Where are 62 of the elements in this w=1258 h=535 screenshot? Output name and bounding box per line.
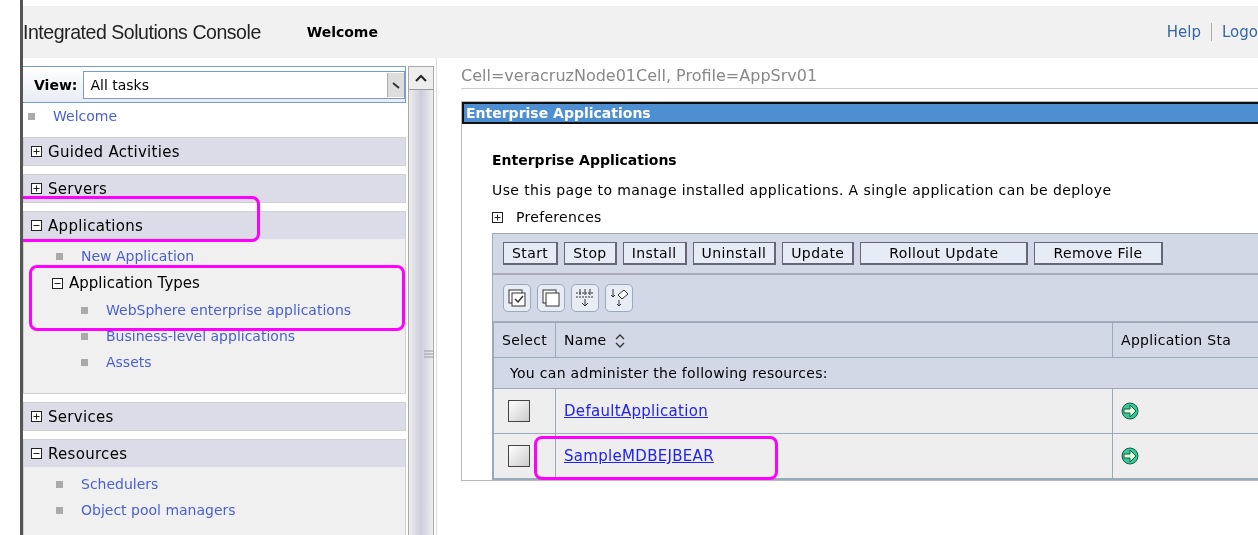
row-checkbox[interactable] bbox=[508, 400, 530, 422]
expand-icon bbox=[31, 183, 42, 194]
page-description: Use this page to manage installed applications. A single application can be deploye bbox=[492, 182, 1113, 198]
bullet-icon bbox=[28, 112, 35, 120]
expand-icon bbox=[31, 146, 42, 157]
sort-icon bbox=[614, 334, 625, 348]
toolbar-button[interactable]: Uninstall bbox=[692, 242, 777, 265]
collapse-icon bbox=[31, 220, 42, 231]
deselect-all-icon bbox=[540, 287, 562, 309]
breadcrumb: Cell=veracruzNode01Cell, Profile=AppSrv01 bbox=[461, 66, 1258, 89]
grip-icon bbox=[424, 349, 433, 358]
section-header[interactable]: Servers bbox=[24, 175, 405, 202]
expand-icon bbox=[31, 411, 42, 422]
filter-rows-icon bbox=[574, 287, 596, 309]
application-link[interactable]: SampleMDBEJBEAR bbox=[564, 447, 714, 465]
table-note: You can administer the following resources: bbox=[493, 357, 1258, 389]
toolbar-button[interactable]: Remove File bbox=[1034, 242, 1163, 265]
preferences-toggle[interactable]: Preferences bbox=[516, 209, 602, 225]
application-link[interactable]: DefaultApplication bbox=[564, 402, 709, 420]
started-status-icon bbox=[1121, 447, 1139, 465]
clear-filter-icon bbox=[608, 287, 630, 309]
toolbar-button[interactable]: Rollout Update bbox=[860, 242, 1029, 265]
bullet-icon bbox=[81, 306, 88, 314]
nav-link[interactable]: New Application bbox=[81, 248, 195, 264]
icon-button[interactable] bbox=[503, 284, 531, 312]
column-header[interactable]: Name bbox=[555, 322, 1113, 358]
bullet-icon bbox=[81, 358, 88, 366]
toolbar-button[interactable]: Update bbox=[782, 242, 855, 265]
collapse-icon bbox=[31, 448, 42, 459]
view-dropdown[interactable]: All tasks bbox=[83, 70, 405, 99]
bullet-icon bbox=[56, 506, 63, 514]
bullet-icon bbox=[56, 480, 63, 488]
toolbar-button[interactable]: Install bbox=[622, 242, 687, 265]
page-heading: Enterprise Applications bbox=[492, 152, 678, 168]
welcome-label: Welcome bbox=[306, 24, 378, 40]
view-label: View: bbox=[34, 76, 78, 93]
panel-title-bar: Enterprise Applications bbox=[462, 102, 1258, 124]
bullet-icon bbox=[81, 332, 88, 340]
nav-link[interactable]: Schedulers bbox=[81, 476, 159, 492]
section-header[interactable]: Guided Activities bbox=[24, 138, 405, 165]
console-title: Integrated Solutions Console bbox=[23, 20, 261, 44]
nav-link[interactable]: WebSphere enterprise applications bbox=[106, 302, 352, 318]
scroll-up-icon bbox=[415, 74, 427, 82]
nav-link[interactable]: Assets bbox=[106, 354, 152, 370]
section-header[interactable]: Services bbox=[24, 403, 405, 430]
icon-button[interactable] bbox=[605, 284, 633, 312]
nav-link[interactable]: Object pool managers bbox=[81, 502, 236, 518]
row-checkbox[interactable] bbox=[508, 445, 530, 467]
section-header[interactable]: Resources bbox=[24, 440, 405, 467]
column-header: Application Sta bbox=[1112, 322, 1258, 358]
group-label[interactable]: Application Types bbox=[69, 274, 200, 292]
nav-link[interactable]: Business-level applications bbox=[106, 328, 296, 344]
section-header[interactable]: Applications bbox=[24, 212, 405, 239]
column-header: Select bbox=[493, 322, 556, 358]
select-all-icon bbox=[506, 287, 528, 309]
nav-link[interactable]: Welcome bbox=[53, 108, 118, 124]
toolbar-button[interactable]: Stop bbox=[564, 242, 617, 265]
header-link[interactable]: Help bbox=[1166, 23, 1201, 41]
header-link[interactable]: Logo bbox=[1222, 23, 1258, 41]
toolbar-button[interactable]: Start bbox=[503, 242, 559, 265]
bullet-icon bbox=[56, 252, 63, 260]
started-status-icon bbox=[1121, 402, 1139, 420]
